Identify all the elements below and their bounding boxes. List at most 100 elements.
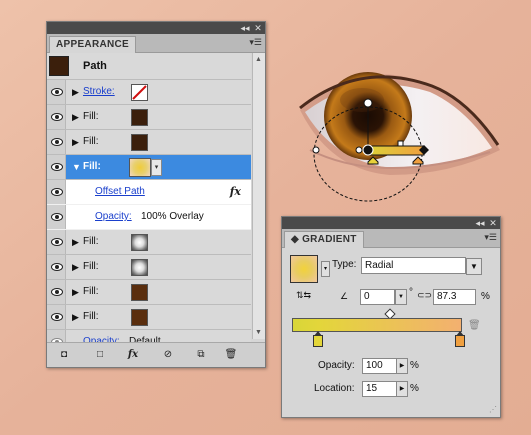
panel-title-bar[interactable]: ◂◂ ✕: [47, 22, 265, 34]
visibility-eye-icon[interactable]: [47, 280, 66, 304]
add-effect-icon[interactable]: fx: [126, 348, 140, 362]
opacity-value: 100% Overlay: [141, 211, 204, 222]
disclosure-triangle-icon[interactable]: ▶: [72, 312, 79, 323]
visibility-eye-icon[interactable]: [47, 230, 66, 254]
gradient-type-select[interactable]: Radial: [361, 257, 466, 274]
radial-fill-swatch[interactable]: [131, 234, 148, 251]
angle-input[interactable]: 0: [360, 289, 395, 305]
reduce-icon[interactable]: ⊘: [161, 348, 175, 362]
tab-gradient-label: GRADIENT: [302, 234, 357, 245]
disclosure-triangle-icon[interactable]: ▶: [72, 237, 79, 248]
fill-swatch[interactable]: [131, 309, 148, 326]
fill-label: Fill:: [83, 311, 99, 322]
gradient-slider-bar[interactable]: [292, 318, 462, 332]
opacity-dropdown-icon[interactable]: ▶: [396, 358, 408, 374]
gradient-stop-left[interactable]: [313, 331, 323, 347]
scrollbar[interactable]: ▲ ▼: [252, 53, 265, 339]
location-dropdown-icon[interactable]: ▶: [396, 381, 408, 397]
angle-icon: ∠: [340, 291, 349, 301]
list-item-fill[interactable]: ▶ Fill:: [47, 280, 251, 305]
offset-path-link[interactable]: Offset Path: [95, 186, 145, 197]
location-label: Location:: [314, 383, 355, 394]
location-unit: %: [410, 383, 419, 394]
disclosure-triangle-icon[interactable]: ▶: [72, 112, 79, 123]
degree-symbol: °: [409, 287, 413, 298]
appearance-panel: ◂◂ ✕ APPEARANCE ▾☰ Path ▶ Stroke: ▶ Fill…: [46, 21, 266, 368]
appearance-list: Path ▶ Stroke: ▶ Fill: ▶ Fill: ▼ Fill: ▾…: [47, 53, 251, 354]
close-icon[interactable]: ✕: [252, 22, 264, 34]
new-art-basic-icon[interactable]: ◘: [57, 348, 71, 362]
visibility-eye-icon[interactable]: [47, 205, 66, 229]
gradient-fill-swatch[interactable]: [129, 158, 151, 177]
list-item-fill[interactable]: ▶ Fill:: [47, 105, 251, 130]
collapse-icon[interactable]: ◂◂: [474, 217, 486, 229]
appearance-footer: ◘ □ fx ⊘ ⧉ 🗑: [47, 342, 265, 367]
fill-label: Fill:: [83, 161, 101, 172]
scroll-up-icon[interactable]: ▲: [255, 56, 262, 63]
scroll-down-icon[interactable]: ▼: [255, 329, 262, 336]
fill-label: Fill:: [83, 236, 99, 247]
fill-label: Fill:: [83, 286, 99, 297]
visibility-eye-icon[interactable]: [47, 255, 66, 279]
visibility-eye-icon[interactable]: [47, 155, 66, 179]
chevron-down-icon[interactable]: ▼: [466, 258, 482, 275]
list-item-opacity[interactable]: Opacity: 100% Overlay: [47, 205, 251, 230]
disclosure-triangle-icon[interactable]: ▶: [72, 287, 79, 298]
list-item-fill[interactable]: ▶ Fill:: [47, 230, 251, 255]
trash-icon[interactable]: 🗑: [224, 348, 238, 362]
object-row[interactable]: Path: [47, 53, 251, 80]
opacity-link[interactable]: Opacity:: [95, 211, 132, 222]
visibility-eye-icon[interactable]: [47, 305, 66, 329]
delete-stop-icon[interactable]: 🗑: [468, 320, 481, 331]
location-input[interactable]: 15: [362, 381, 397, 397]
swatch-dropdown-icon[interactable]: ▾: [151, 159, 162, 176]
list-item-fill[interactable]: ▶ Fill:: [47, 255, 251, 280]
panel-menu-icon[interactable]: ▾☰: [484, 232, 497, 243]
disclosure-triangle-open-icon[interactable]: ▼: [72, 162, 81, 172]
fill-swatch[interactable]: [131, 284, 148, 301]
gradient-thumbnail-dropdown-icon[interactable]: ▾: [321, 261, 330, 277]
aspect-ratio-icon: ⊂⊃: [417, 290, 433, 300]
tab-arrows-icon: ◆: [291, 234, 303, 245]
disclosure-triangle-icon[interactable]: ▶: [72, 87, 79, 98]
aspect-ratio-input[interactable]: 87.3: [433, 289, 476, 305]
fill-label: Fill:: [83, 261, 99, 272]
fx-icon: fx: [229, 185, 241, 198]
angle-dropdown-icon[interactable]: ▼: [395, 289, 407, 305]
clear-appearance-icon[interactable]: □: [93, 348, 107, 362]
fill-swatch[interactable]: [131, 134, 148, 151]
fill-swatch[interactable]: [131, 109, 148, 126]
radial-fill-swatch[interactable]: [131, 259, 148, 276]
gradient-thumbnail[interactable]: [290, 255, 318, 283]
collapse-icon[interactable]: ◂◂: [239, 22, 251, 34]
type-label: Type:: [332, 259, 357, 270]
opacity-unit: %: [410, 360, 419, 371]
reverse-gradient-icon[interactable]: ⇅⇆: [296, 290, 311, 301]
visibility-eye-icon[interactable]: [47, 105, 66, 129]
gradient-panel: ◂◂ ✕ ◆ GRADIENT ▾☰ ▾ Type: Radial ▼ ⇅⇆ ∠…: [281, 216, 501, 418]
list-item-stroke[interactable]: ▶ Stroke:: [47, 80, 251, 105]
resize-grip-icon[interactable]: ⋰: [489, 405, 497, 414]
close-icon[interactable]: ✕: [487, 217, 499, 229]
duplicate-icon[interactable]: ⧉: [194, 348, 208, 362]
disclosure-triangle-icon[interactable]: ▶: [72, 262, 79, 273]
list-item-fill[interactable]: ▶ Fill:: [47, 130, 251, 155]
visibility-eye-icon[interactable]: [47, 180, 66, 204]
tab-appearance[interactable]: APPEARANCE: [49, 36, 137, 53]
opacity-input[interactable]: 100: [362, 358, 397, 374]
list-item-effect[interactable]: Offset Path fx: [47, 180, 251, 205]
list-item-fill-selected[interactable]: ▼ Fill: ▾: [47, 155, 251, 180]
fill-label: Fill:: [83, 111, 99, 122]
stroke-label[interactable]: Stroke:: [83, 86, 115, 97]
tab-strip: APPEARANCE ▾☰: [47, 34, 265, 53]
gradient-stop-right[interactable]: [455, 331, 465, 347]
disclosure-triangle-icon[interactable]: ▶: [72, 137, 79, 148]
visibility-eye-icon[interactable]: [47, 130, 66, 154]
panel-title-bar[interactable]: ◂◂ ✕: [282, 217, 500, 229]
tab-strip: ◆ GRADIENT ▾☰: [282, 229, 500, 248]
list-item-fill[interactable]: ▶ Fill:: [47, 305, 251, 330]
stroke-none-swatch[interactable]: [131, 84, 148, 101]
tab-gradient[interactable]: ◆ GRADIENT: [284, 231, 364, 248]
panel-menu-icon[interactable]: ▾☰: [249, 37, 262, 48]
visibility-eye-icon[interactable]: [47, 80, 66, 104]
